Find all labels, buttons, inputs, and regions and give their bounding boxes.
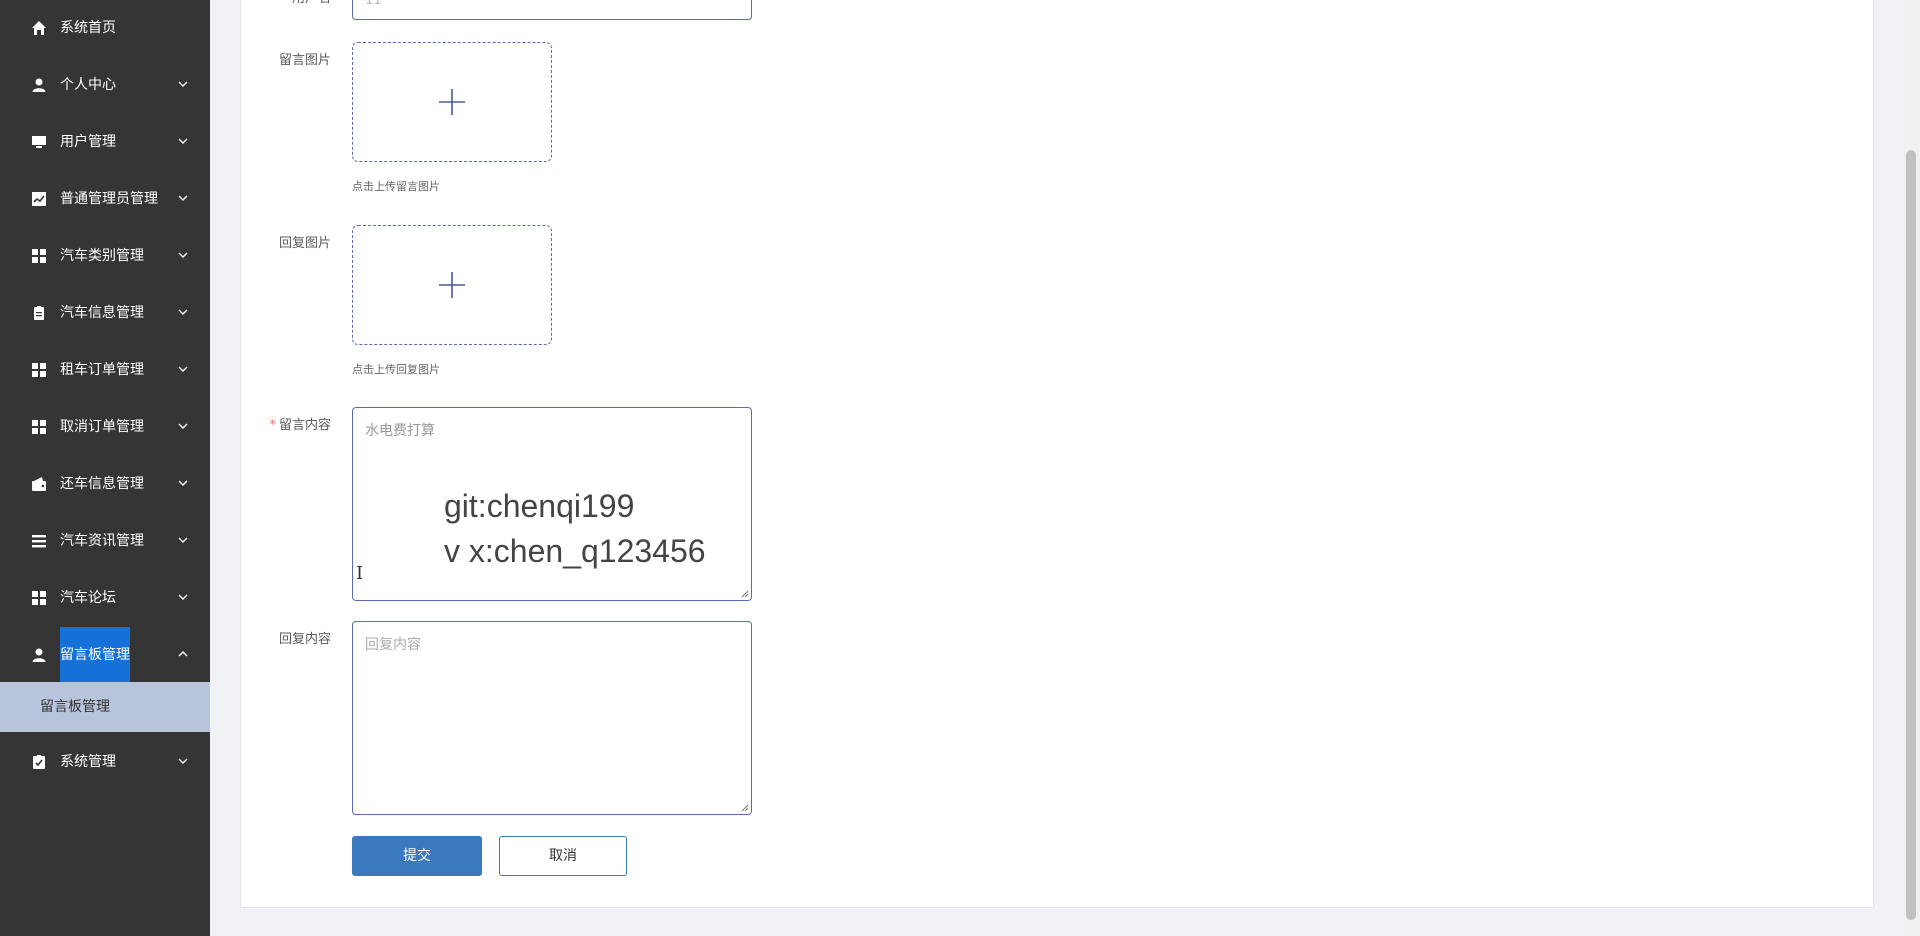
reply-image-upload[interactable]	[352, 225, 552, 345]
plus-icon	[439, 272, 465, 298]
message-image-label: 留言图片	[278, 53, 331, 68]
chevron-down-icon	[178, 81, 188, 87]
message-image-upload[interactable]	[352, 42, 552, 162]
username-label: 用户名	[231, 0, 331, 9]
grid-icon	[32, 249, 46, 263]
sidebar-item-admin-management[interactable]: 普通管理员管理	[0, 171, 210, 227]
sidebar-item-personal-center[interactable]: 个人中心	[0, 57, 210, 113]
sidebar-item-label: 汽车论坛	[60, 590, 116, 606]
sidebar: 系统首页 个人中心 用户管理 普通管理员管理 汽车类别管理 汽车信息管理 租车订…	[0, 0, 210, 936]
resize-grip-icon[interactable]	[741, 804, 749, 812]
sidebar-item-car-info[interactable]: 汽车信息管理	[0, 285, 210, 341]
chevron-down-icon	[178, 195, 188, 201]
sidebar-item-label: 普通管理员管理	[60, 191, 158, 207]
chevron-down-icon	[178, 480, 188, 486]
sidebar-item-car-forum[interactable]: 汽车论坛	[0, 570, 210, 626]
sidebar-item-car-category[interactable]: 汽车类别管理	[0, 228, 210, 284]
sidebar-item-label: 留言板管理	[60, 627, 130, 683]
sidebar-item-label: 取消订单管理	[60, 419, 144, 435]
chevron-down-icon	[178, 423, 188, 429]
scrollbar-thumb[interactable]	[1906, 150, 1916, 920]
sidebar-item-label: 系统管理	[60, 754, 116, 770]
resize-grip-icon[interactable]	[741, 590, 749, 598]
clipboard-icon	[34, 306, 44, 320]
required-mark: *	[269, 418, 276, 433]
chevron-down-icon	[178, 758, 188, 764]
clipboard-check-icon	[33, 755, 45, 769]
chevron-down-icon	[178, 138, 188, 144]
sidebar-item-return-info[interactable]: 还车信息管理	[0, 456, 210, 512]
sidebar-item-label: 汽车类别管理	[60, 248, 144, 264]
list-icon	[32, 535, 46, 548]
chevron-down-icon	[178, 252, 188, 258]
grid-icon	[32, 420, 46, 434]
sidebar-item-label: 还车信息管理	[60, 476, 144, 492]
reply-image-label: 回复图片	[278, 236, 331, 251]
monitor-icon	[32, 136, 46, 148]
overlay-line-2: v x:chen_q123456	[444, 533, 706, 569]
sidebar-item-car-news[interactable]: 汽车资讯管理	[0, 513, 210, 569]
content-textarea[interactable]: 水电费打算 git:chenqi199 v x:chen_q123456	[352, 407, 752, 601]
reply-placeholder: 回复内容	[365, 637, 421, 653]
sidebar-item-label: 系统首页	[60, 20, 116, 36]
sidebar-item-label: 汽车资讯管理	[60, 533, 144, 549]
grid-icon	[32, 591, 46, 605]
sidebar-item-rental-orders[interactable]: 租车订单管理	[0, 342, 210, 398]
plus-icon	[439, 89, 465, 115]
sidebar-item-label: 用户管理	[60, 134, 116, 150]
message-image-hint: 点击上传留言图片	[352, 180, 440, 193]
grid-icon	[32, 363, 46, 377]
sidebar-item-home[interactable]: 系统首页	[0, 0, 210, 56]
sidebar-item-label: 汽车信息管理	[60, 305, 144, 321]
overlay-line-1: git:chenqi199	[444, 488, 635, 524]
reply-image-hint: 点击上传回复图片	[352, 363, 440, 376]
content-value: 水电费打算	[365, 423, 435, 439]
content-label: * 留言内容	[231, 416, 331, 436]
content-label-text: 留言内容	[278, 418, 331, 433]
chevron-down-icon	[178, 309, 188, 315]
user-icon	[32, 78, 46, 92]
home-icon	[32, 21, 46, 35]
sidebar-item-system-management[interactable]: 系统管理	[0, 734, 210, 790]
submenu-item-message-board[interactable]: 留言板管理	[0, 682, 210, 732]
reply-content-label: 回复内容	[278, 632, 331, 647]
chevron-down-icon	[178, 594, 188, 600]
chevron-up-icon	[178, 651, 188, 657]
wallet-icon	[32, 477, 46, 491]
submit-button[interactable]: 提交	[352, 836, 482, 876]
cancel-button[interactable]: 取消	[499, 836, 627, 876]
sidebar-item-label: 个人中心	[60, 77, 116, 93]
reply-textarea[interactable]: 回复内容	[352, 621, 752, 815]
chevron-down-icon	[178, 366, 188, 372]
chevron-down-icon	[178, 537, 188, 543]
username-input[interactable]: 11	[352, 0, 752, 20]
username-value: 11	[365, 0, 382, 8]
scrollbar[interactable]	[1902, 0, 1920, 936]
sidebar-item-cancel-orders[interactable]: 取消订单管理	[0, 399, 210, 455]
user-icon	[32, 648, 46, 662]
sidebar-item-label: 租车订单管理	[60, 362, 144, 378]
form-card: 用户名 11 留言图片 点击上传留言图片 回复图片 点击上传回复图片 *留言内容…	[240, 0, 1874, 908]
sidebar-item-message-board[interactable]: 留言板管理	[0, 627, 210, 683]
sidebar-item-user-management[interactable]: 用户管理	[0, 114, 210, 170]
text-cursor-icon: I	[356, 563, 364, 584]
chart-icon	[32, 192, 46, 206]
submenu-item-label: 留言板管理	[40, 699, 110, 715]
